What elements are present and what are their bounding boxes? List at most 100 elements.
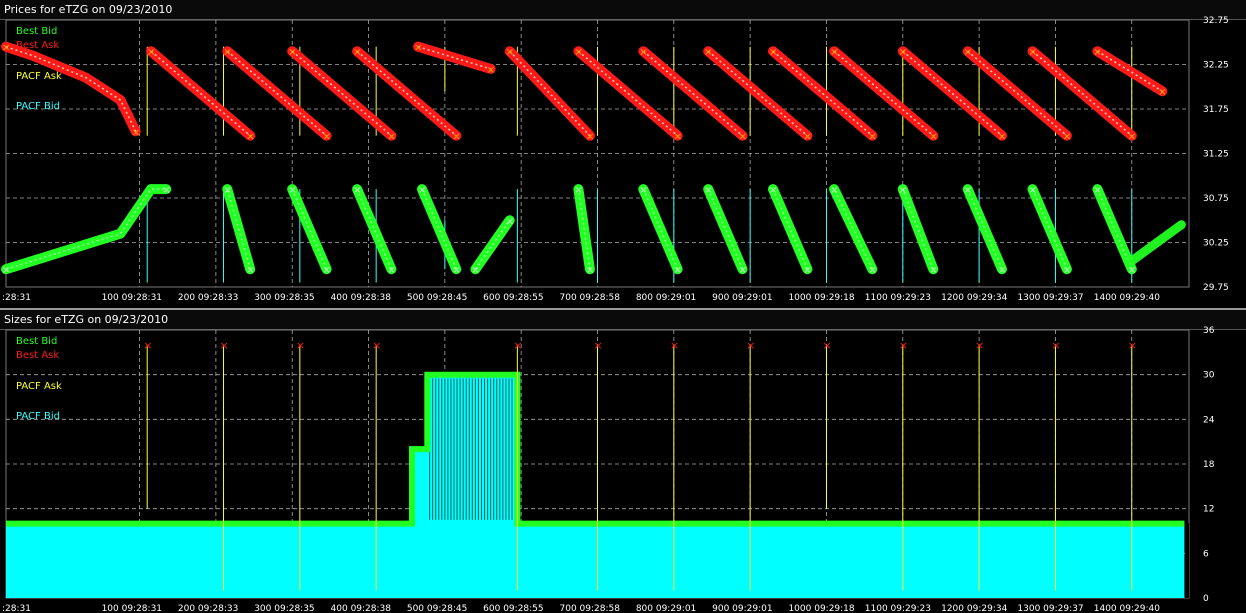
best-ask-marker: × — [1063, 132, 1071, 143]
legend-entry: PACF Bid — [16, 411, 60, 422]
best-ask-marker: × — [353, 47, 361, 58]
x-tick-label: 1400 09:29:40 — [1094, 293, 1160, 303]
best-ask-marker: × — [739, 132, 747, 143]
best-bid-marker: × — [830, 185, 838, 196]
best-ask-marker: × — [929, 132, 937, 143]
x-tick-label: 200 09:28:33 — [178, 604, 238, 613]
x-tick-label: 400 09:28:38 — [331, 604, 392, 613]
y-tick-label: 30.25 — [1203, 239, 1229, 249]
x-tick-label: 900 09:29:01 — [712, 293, 772, 303]
best-ask-marker: × — [704, 47, 712, 58]
best-bid-marker: × — [739, 265, 747, 276]
best-bid-marker: × — [964, 185, 972, 196]
x-tick-label: 600 09:28:55 — [483, 604, 543, 613]
best-bid-marker: × — [639, 185, 647, 196]
x-tick-label: 400 09:28:38 — [331, 293, 392, 303]
legend-entry: PACF Ask — [16, 71, 62, 82]
best-ask-marker: × — [372, 339, 381, 352]
best-ask-marker: × — [296, 339, 305, 352]
best-bid-marker: × — [223, 185, 231, 196]
x-tick-label: 1200 09:29:34 — [941, 604, 1007, 613]
best-ask-marker: × — [822, 339, 831, 352]
best-bid-marker: × — [387, 265, 395, 276]
best-ask-marker: × — [513, 339, 522, 352]
y-tick-label: 32.75 — [1203, 16, 1229, 26]
best-ask-marker: × — [1158, 87, 1166, 98]
x-tick-label: 1200 09:29:34 — [941, 293, 1007, 303]
best-bid-marker: × — [586, 265, 594, 276]
best-ask-marker: × — [594, 339, 603, 352]
best-ask-marker: × — [964, 47, 972, 58]
y-tick-label: 12 — [1203, 505, 1214, 515]
y-tick-label: 30.75 — [1203, 194, 1229, 204]
sizes-panel: Sizes for eTZG on 09/23/2010 36 30 24 18 12 6… — [0, 308, 1246, 613]
legend-entry: Best Bid — [16, 336, 57, 347]
y-tick-label: 31.75 — [1203, 105, 1229, 115]
legend-entry: Best Ask — [16, 350, 59, 361]
best-ask-marker: × — [323, 132, 331, 143]
best-bid-marker: × — [2, 265, 10, 276]
best-ask-marker: × — [288, 47, 296, 58]
x-tick-label: :28:31 — [2, 604, 31, 613]
x-tick-label: 1300 09:29:37 — [1017, 293, 1083, 303]
best-ask-marker: × — [506, 47, 514, 58]
best-bid-marker: × — [1029, 185, 1037, 196]
sizes-chart: 36 30 24 18 12 6 0:28:31 100 09:28:31 200 09:28:… — [2, 326, 1215, 613]
best-bid-marker: × — [674, 265, 682, 276]
best-bid-marker: × — [418, 185, 426, 196]
best-ask-marker: × — [132, 127, 140, 138]
best-ask-marker: × — [414, 43, 422, 54]
best-ask-marker: × — [223, 47, 231, 58]
best-bid-marker: × — [868, 265, 876, 276]
y-tick-label: 18 — [1203, 460, 1215, 470]
best-bid-marker: × — [998, 265, 1006, 276]
x-tick-label: 700 09:28:58 — [560, 293, 621, 303]
x-tick-label: 300 09:28:35 — [254, 604, 314, 613]
x-tick-label: 500 09:28:45 — [407, 604, 467, 613]
x-tick-label: 300 09:28:35 — [254, 293, 314, 303]
best-ask-marker: × — [746, 339, 755, 352]
x-tick-label: 1100 09:29:23 — [865, 293, 931, 303]
x-tick-label: 1300 09:29:37 — [1017, 604, 1083, 613]
best-bid-marker: × — [704, 185, 712, 196]
best-bid-marker: × — [471, 265, 479, 276]
best-ask-marker: × — [1128, 132, 1136, 143]
legend-entry: PACF Bid — [16, 101, 60, 112]
best-ask-marker: × — [487, 65, 495, 76]
best-bid-marker: × — [452, 265, 460, 276]
best-bid-marker: × — [803, 265, 811, 276]
y-tick-label: 32.25 — [1203, 61, 1229, 71]
best-bid-marker: × — [323, 265, 331, 276]
y-tick-label: 6 — [1203, 549, 1209, 559]
best-bid-marker: × — [574, 185, 582, 196]
best-ask-marker: × — [2, 43, 10, 54]
best-ask-marker: × — [586, 132, 594, 143]
best-ask-marker: × — [387, 132, 395, 143]
best-ask-marker: × — [220, 339, 229, 352]
best-ask-marker: × — [574, 47, 582, 58]
x-tick-label: 1100 09:29:23 — [865, 604, 931, 613]
x-tick-label: 600 09:28:55 — [483, 293, 543, 303]
best-ask-marker: × — [1128, 339, 1137, 352]
best-bid-marker: × — [929, 265, 937, 276]
y-tick-label: 0 — [1203, 594, 1209, 604]
x-tick-label: 100 09:28:31 — [102, 293, 162, 303]
best-ask-marker: × — [803, 132, 811, 143]
x-tick-label: :28:31 — [2, 293, 31, 303]
best-bid-marker: × — [353, 185, 361, 196]
x-tick-label: 800 09:29:01 — [636, 604, 696, 613]
best-ask-marker: × — [899, 47, 907, 58]
best-ask-marker: × — [975, 339, 984, 352]
best-bid-marker: × — [769, 185, 777, 196]
y-tick-label: 24 — [1203, 415, 1215, 425]
best-ask-marker: × — [147, 47, 155, 58]
best-bid-marker: × — [246, 265, 254, 276]
end-gap — [1185, 523, 1189, 598]
x-tick-label: 1000 09:29:18 — [788, 293, 854, 303]
x-tick-label: 900 09:29:01 — [712, 604, 772, 613]
x-tick-label: 500 09:28:45 — [407, 293, 467, 303]
prices-chart: 32.75 32.25 31.75 31.25 30.75 30.25 29.75:28:3… — [1, 16, 1229, 303]
best-ask-marker: × — [670, 339, 679, 352]
y-tick-label: 36 — [1203, 326, 1215, 336]
best-ask-marker: × — [674, 132, 682, 143]
